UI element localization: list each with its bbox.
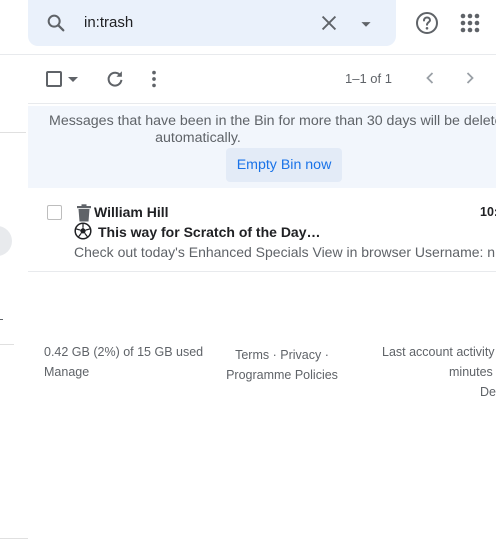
divider — [0, 319, 3, 320]
message-snippet: Check out today's Enhanced Specials View… — [74, 244, 496, 260]
message-select-checkbox[interactable] — [47, 205, 62, 220]
more-vert-icon[interactable] — [143, 68, 165, 90]
header-divider — [0, 54, 496, 55]
select-menu-chevron-down-icon[interactable] — [68, 76, 78, 84]
privacy-link[interactable]: Privacy — [280, 348, 321, 362]
pagination-count: 1–1 of 1 — [345, 71, 392, 86]
message-time: 10: — [480, 205, 496, 219]
manage-storage-link[interactable]: Manage — [44, 365, 89, 379]
chevron-left-icon[interactable] — [420, 68, 440, 88]
divider — [0, 538, 28, 539]
terms-link[interactable]: Terms — [235, 348, 269, 362]
trash-icon — [77, 204, 91, 222]
refresh-icon[interactable] — [104, 68, 126, 90]
last-account-activity-time: minutes — [449, 365, 493, 379]
nav-item-selected-highlight[interactable] — [0, 226, 12, 256]
table-row[interactable]: William Hill 10: This way for Scratch of… — [28, 190, 496, 270]
left-navigation-edge — [0, 0, 28, 551]
row-divider — [28, 271, 496, 272]
footer-links: Terms · Privacy · Programme Policies — [198, 345, 366, 385]
separator: · — [272, 348, 277, 362]
close-icon[interactable] — [318, 12, 340, 34]
divider — [0, 344, 14, 345]
search-icon[interactable] — [45, 12, 67, 34]
search-bar[interactable]: in:trash — [28, 0, 396, 46]
details-link[interactable]: De — [480, 385, 496, 399]
programme-policies-link[interactable]: Programme Policies — [226, 368, 338, 382]
select-all-checkbox[interactable] — [46, 71, 62, 87]
search-options-dropdown-icon[interactable] — [355, 13, 377, 35]
bin-notice-banner: Messages that have been in the Bin for m… — [28, 106, 496, 188]
bin-notice-text: automatically. — [155, 130, 241, 146]
message-sender: William Hill — [94, 204, 169, 220]
apps-grid-icon[interactable] — [457, 10, 483, 36]
help-icon[interactable] — [414, 10, 440, 36]
footer: 0.42 GB (2%) of 15 GB used Manage Terms … — [28, 340, 496, 410]
toolbar-divider — [28, 103, 496, 104]
chevron-right-icon[interactable] — [460, 68, 480, 88]
soccer-ball-icon — [74, 222, 92, 240]
message-toolbar: 1–1 of 1 — [28, 56, 496, 102]
empty-bin-button[interactable]: Empty Bin now — [226, 148, 342, 182]
separator: · — [324, 348, 329, 362]
bin-notice-text: Messages that have been in the Bin for m… — [49, 113, 496, 129]
gmail-trash-view: in:trash 1–1 of 1 Messages that have bee… — [0, 0, 496, 551]
last-account-activity: Last account activity — [382, 345, 495, 359]
message-subject: This way for Scratch of the Day… — [98, 224, 321, 240]
search-input[interactable]: in:trash — [84, 14, 133, 31]
divider — [0, 132, 26, 133]
storage-usage: 0.42 GB (2%) of 15 GB used — [44, 345, 204, 359]
